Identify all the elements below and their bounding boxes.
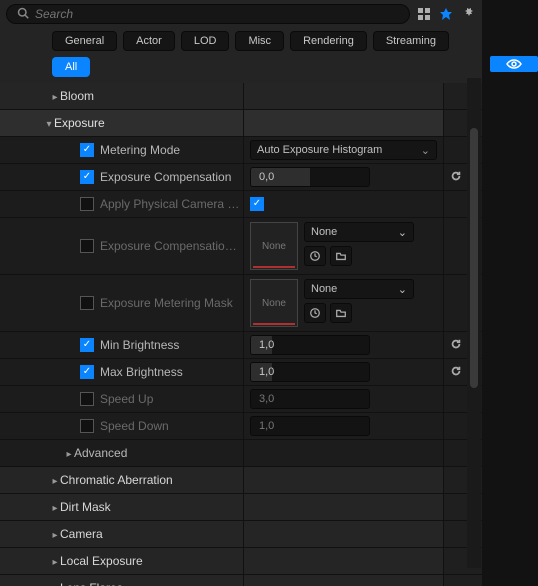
filter-all[interactable]: All bbox=[52, 57, 90, 77]
input-max-brightness[interactable]: 1,0 bbox=[250, 362, 370, 382]
label-apply-physical-camera: Apply Physical Camera Ex… bbox=[100, 197, 243, 211]
filter-misc[interactable]: Misc bbox=[235, 31, 284, 51]
expander-dirt-mask[interactable] bbox=[50, 500, 60, 514]
filter-rendering[interactable]: Rendering bbox=[290, 31, 367, 51]
use-selected-asset-icon[interactable] bbox=[304, 303, 326, 323]
override-metering-mode[interactable] bbox=[80, 143, 94, 157]
override-exposure-metering-mask[interactable] bbox=[80, 296, 94, 310]
asset-thumb-metering-mask[interactable]: None bbox=[250, 279, 298, 327]
chevron-down-icon: ⌄ bbox=[421, 144, 430, 157]
filter-streaming[interactable]: Streaming bbox=[373, 31, 449, 51]
expander-exposure[interactable] bbox=[44, 116, 54, 130]
chevron-down-icon: ⌄ bbox=[398, 283, 407, 296]
filter-actor[interactable]: Actor bbox=[123, 31, 175, 51]
chevron-down-icon: ⌄ bbox=[398, 226, 407, 239]
scrollbar-track[interactable] bbox=[467, 78, 481, 568]
section-lens-flares[interactable]: Lens Flares bbox=[60, 581, 123, 586]
label-metering-mode: Metering Mode bbox=[100, 143, 180, 157]
section-dirt-mask[interactable]: Dirt Mask bbox=[60, 500, 111, 514]
property-list[interactable]: Bloom Exposure Metering Mode Auto Exposu… bbox=[0, 83, 482, 586]
input-min-brightness[interactable]: 1,0 bbox=[250, 335, 370, 355]
value-apply-physical-camera[interactable] bbox=[250, 197, 264, 211]
search-input-wrap[interactable] bbox=[6, 4, 410, 24]
override-exposure-compensation[interactable] bbox=[80, 170, 94, 184]
reset-min-brightness[interactable] bbox=[450, 338, 462, 353]
section-local-exposure[interactable]: Local Exposure bbox=[60, 554, 143, 568]
label-exposure-compensation: Exposure Compensation bbox=[100, 170, 231, 184]
browse-asset-icon[interactable] bbox=[330, 303, 352, 323]
use-selected-asset-icon[interactable] bbox=[304, 246, 326, 266]
grid-view-icon[interactable] bbox=[416, 6, 432, 22]
label-exposure-compensation-curve: Exposure Compensation C… bbox=[100, 239, 243, 253]
search-input[interactable] bbox=[35, 7, 399, 21]
favorites-icon[interactable] bbox=[438, 6, 454, 22]
combo-metering-mode[interactable]: Auto Exposure Histogram ⌄ bbox=[250, 140, 437, 160]
section-advanced[interactable]: Advanced bbox=[74, 446, 127, 460]
expander-advanced[interactable] bbox=[64, 446, 74, 460]
visibility-toggle[interactable] bbox=[490, 56, 538, 72]
input-exposure-compensation[interactable]: 0,0 bbox=[250, 167, 370, 187]
expander-chromatic-aberration[interactable] bbox=[50, 473, 60, 487]
filter-general[interactable]: General bbox=[52, 31, 117, 51]
search-icon bbox=[17, 7, 29, 22]
input-speed-up[interactable]: 3,0 bbox=[250, 389, 370, 409]
override-apply-physical-camera[interactable] bbox=[80, 197, 94, 211]
expander-local-exposure[interactable] bbox=[50, 554, 60, 568]
asset-thumb-exposure-curve[interactable]: None bbox=[250, 222, 298, 270]
label-exposure-metering-mask: Exposure Metering Mask bbox=[100, 296, 233, 310]
reset-max-brightness[interactable] bbox=[450, 365, 462, 380]
section-bloom[interactable]: Bloom bbox=[60, 89, 94, 103]
label-speed-down: Speed Down bbox=[100, 419, 169, 433]
override-exposure-compensation-curve[interactable] bbox=[80, 239, 94, 253]
override-min-brightness[interactable] bbox=[80, 338, 94, 352]
override-max-brightness[interactable] bbox=[80, 365, 94, 379]
label-min-brightness: Min Brightness bbox=[100, 338, 179, 352]
section-camera[interactable]: Camera bbox=[60, 527, 103, 541]
expander-lens-flares[interactable] bbox=[50, 581, 60, 586]
label-speed-up: Speed Up bbox=[100, 392, 153, 406]
label-max-brightness: Max Brightness bbox=[100, 365, 183, 379]
input-speed-down[interactable]: 1,0 bbox=[250, 416, 370, 436]
browse-asset-icon[interactable] bbox=[330, 246, 352, 266]
filter-lod[interactable]: LOD bbox=[181, 31, 230, 51]
section-exposure[interactable]: Exposure bbox=[54, 116, 105, 130]
expander-bloom[interactable] bbox=[50, 89, 60, 103]
gear-icon[interactable] bbox=[460, 6, 476, 22]
filter-chips: General Actor LOD Misc Rendering Streami… bbox=[0, 27, 482, 83]
asset-combo-metering-mask[interactable]: None ⌄ bbox=[304, 279, 414, 299]
override-speed-down[interactable] bbox=[80, 419, 94, 433]
section-chromatic-aberration[interactable]: Chromatic Aberration bbox=[60, 473, 173, 487]
override-speed-up[interactable] bbox=[80, 392, 94, 406]
scrollbar-thumb[interactable] bbox=[470, 128, 478, 388]
asset-combo-exposure-curve[interactable]: None ⌄ bbox=[304, 222, 414, 242]
expander-camera[interactable] bbox=[50, 527, 60, 541]
reset-exposure-compensation[interactable] bbox=[450, 170, 462, 185]
